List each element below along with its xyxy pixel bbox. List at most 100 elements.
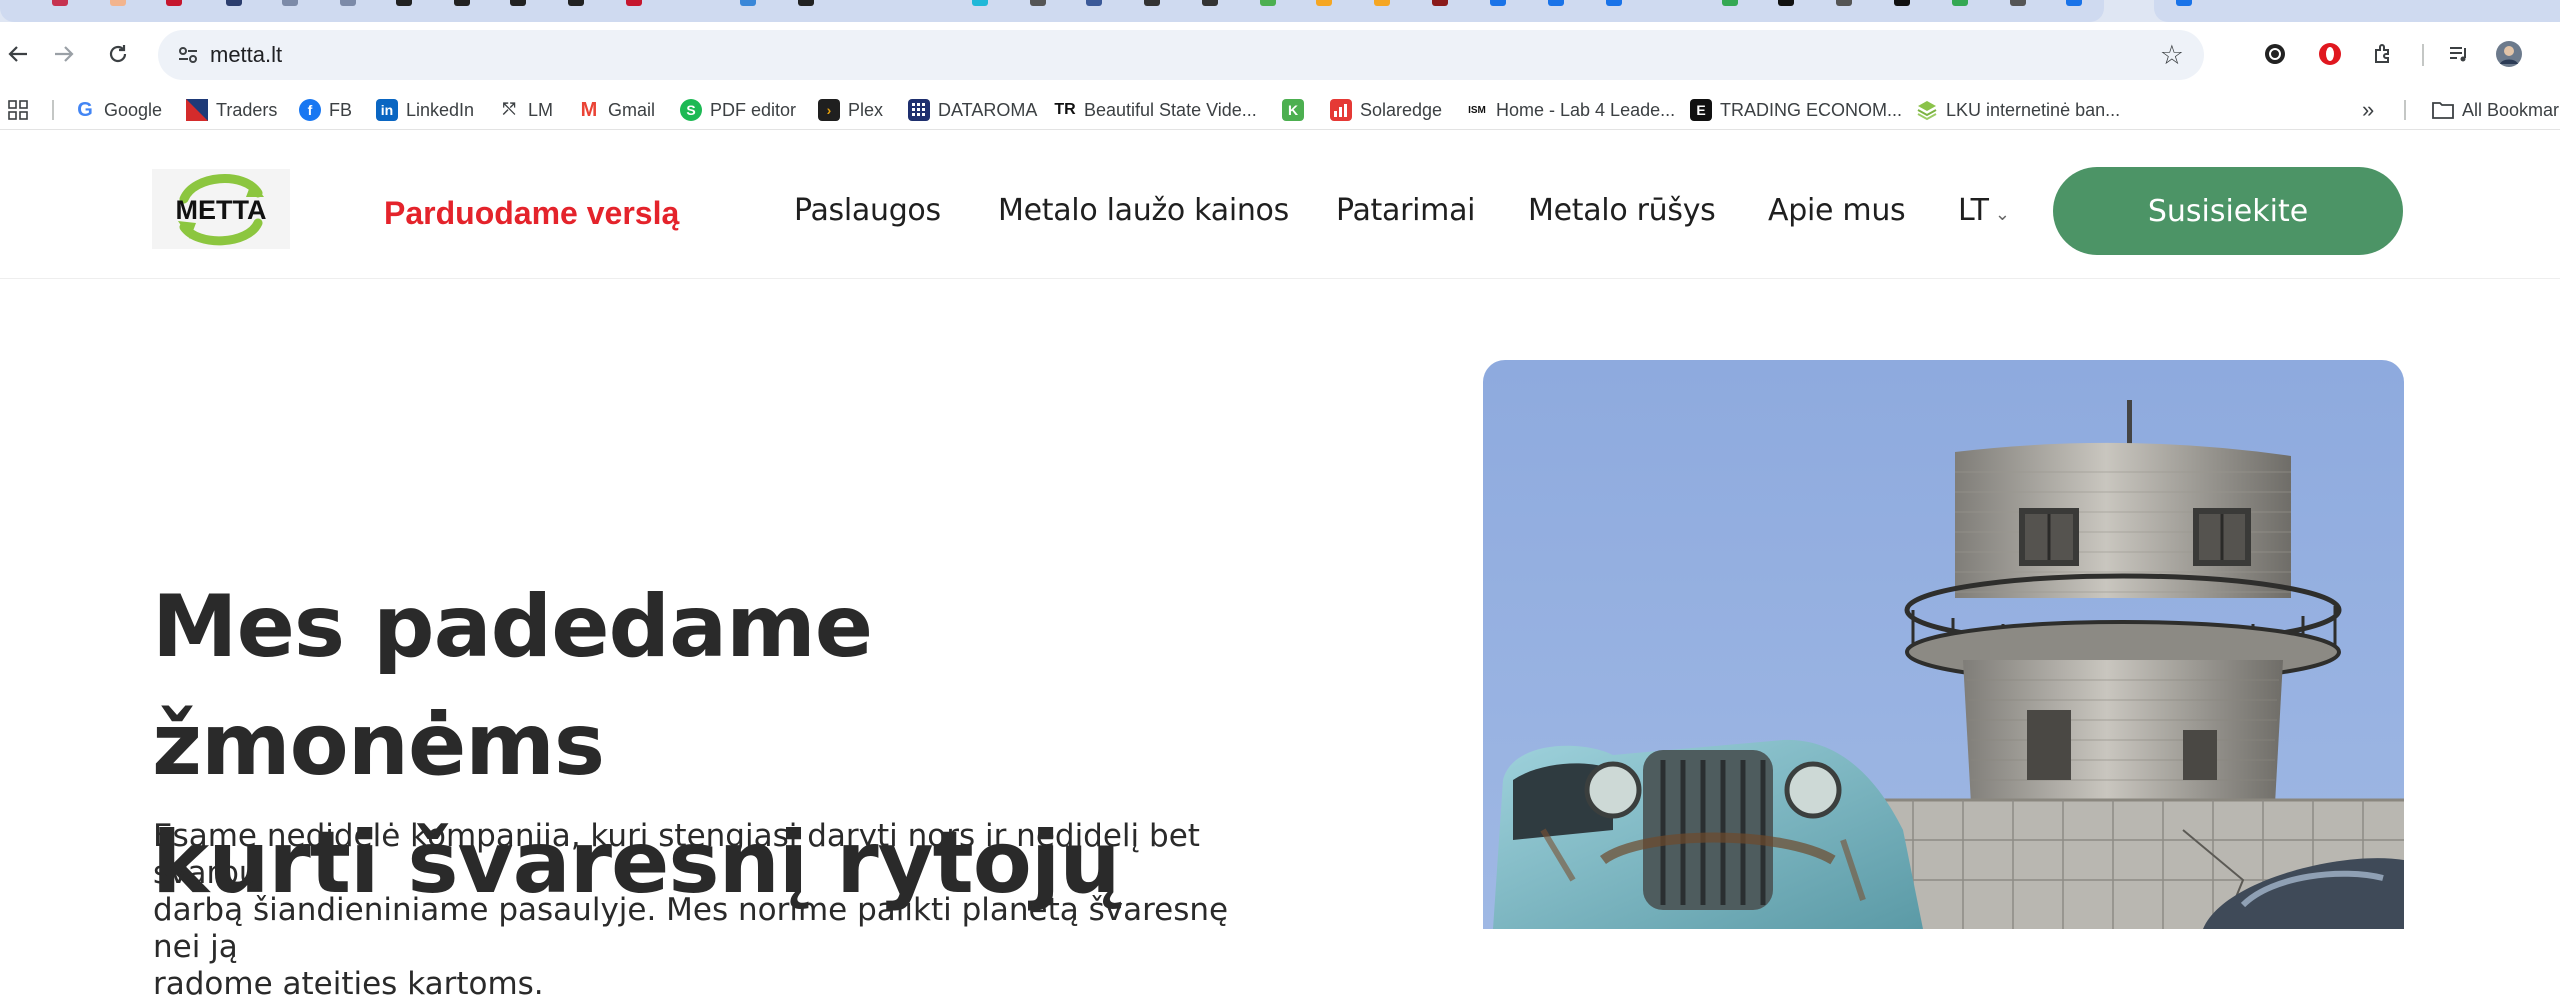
bookmark-lm[interactable]: ⤲ LM xyxy=(498,98,553,122)
bookmark-plex[interactable]: › Plex xyxy=(818,98,883,122)
bookmarks-divider xyxy=(2404,100,2406,120)
address-bar[interactable]: metta.lt ☆ xyxy=(158,30,2204,80)
tab-favicon[interactable] xyxy=(1836,0,1852,6)
scrapyard-photo xyxy=(1483,360,2404,929)
bookmark-solaredge[interactable]: Solaredge xyxy=(1330,98,1442,122)
nav-apie-mus[interactable]: Apie mus xyxy=(1768,193,1906,228)
tab-favicon[interactable] xyxy=(340,0,356,6)
tab-favicon[interactable] xyxy=(798,0,814,6)
bookmark-label: PDF editor xyxy=(710,99,797,120)
tab-favicon[interactable] xyxy=(1432,0,1448,6)
bookmark-lab4[interactable]: ISM Home - Lab 4 Leade... xyxy=(1466,98,1675,122)
nav-paslaugos[interactable]: Paslaugos xyxy=(794,193,941,228)
bookmark-google[interactable]: G Google xyxy=(74,98,162,122)
bookmark-label: Gmail xyxy=(608,99,656,120)
tab-favicon[interactable] xyxy=(1722,0,1738,6)
bookmark-label: LinkedIn xyxy=(406,99,475,120)
hero-image xyxy=(1483,360,2404,929)
extensions-button[interactable] xyxy=(2368,39,2398,69)
bookmark-linkedin[interactable]: in LinkedIn xyxy=(376,98,474,122)
tr-icon: TR xyxy=(1054,101,1076,118)
tab-favicon[interactable] xyxy=(282,0,298,6)
puzzle-icon xyxy=(2375,44,2389,63)
bookmark-lku[interactable]: LKU internetinė ban... xyxy=(1916,98,2120,122)
profile-avatar[interactable] xyxy=(2494,39,2524,69)
bookmark-beautiful-state[interactable]: TR Beautiful State Vide... xyxy=(1054,98,1257,122)
tab-favicon[interactable] xyxy=(226,0,242,6)
tab-favicon[interactable] xyxy=(1086,0,1102,6)
bookmark-traders[interactable]: Traders xyxy=(186,98,277,122)
browser-toolbar: metta.lt ☆ xyxy=(0,22,2560,90)
hero-description-line: darbą šiandieniniame pasaulyje. Mes nori… xyxy=(153,892,1229,965)
tab-favicon[interactable] xyxy=(1030,0,1046,6)
tab-favicon[interactable] xyxy=(1548,0,1564,6)
bookmarks-overflow-button[interactable]: » xyxy=(2362,97,2374,122)
linkedin-icon: in xyxy=(376,99,398,121)
tab-favicon[interactable] xyxy=(1202,0,1218,6)
lm-icon: ⤲ xyxy=(502,101,516,118)
pdf-editor-icon: S xyxy=(680,99,702,121)
bookmark-fb[interactable]: f FB xyxy=(299,98,352,122)
hero-description-line: radome ateities kartoms. xyxy=(153,966,544,1002)
bookmark-k[interactable]: K xyxy=(1282,98,1312,122)
apps-button[interactable] xyxy=(8,98,28,122)
nav-patarimai[interactable]: Patarimai xyxy=(1336,193,1475,228)
tab-favicon[interactable] xyxy=(396,0,412,6)
tab-favicon[interactable] xyxy=(1260,0,1276,6)
bookmarks-divider xyxy=(52,100,54,120)
bookmark-label: LM xyxy=(528,99,554,120)
nav-metalo-lauzo-kainos[interactable]: Metalo laužo kainos xyxy=(998,193,1289,228)
tab-favicon[interactable] xyxy=(1374,0,1390,6)
reload-button[interactable] xyxy=(100,36,136,72)
tab-favicon[interactable] xyxy=(166,0,182,6)
bookmark-pdf-editor[interactable]: S PDF editor xyxy=(680,98,796,122)
plex-icon: › xyxy=(818,99,840,121)
back-button[interactable] xyxy=(0,36,36,72)
tab-favicon[interactable] xyxy=(510,0,526,6)
sell-business-banner[interactable]: Parduodame verslą xyxy=(384,195,679,232)
bookmark-label: Beautiful State Vide... xyxy=(1084,99,1257,120)
tab-favicon[interactable] xyxy=(454,0,470,6)
all-bookmarks-button[interactable]: All Bookmar xyxy=(2432,98,2559,122)
metta-logo[interactable]: METTA xyxy=(152,169,290,249)
bookmark-gmail[interactable]: M Gmail xyxy=(578,98,655,122)
language-selector[interactable]: LT ⌄ xyxy=(1958,193,2010,228)
tab-favicon[interactable] xyxy=(2176,0,2192,6)
arrow-right-icon xyxy=(55,46,74,62)
playlist-icon xyxy=(2450,47,2466,62)
tab-favicon[interactable] xyxy=(1144,0,1160,6)
tab-group[interactable] xyxy=(2154,0,2560,22)
chatgpt-extension-icon[interactable] xyxy=(2260,39,2290,69)
tab-favicon[interactable] xyxy=(2010,0,2026,6)
ism-icon: ISM xyxy=(1468,104,1486,116)
tab-favicon[interactable] xyxy=(1952,0,1968,6)
tab-favicon[interactable] xyxy=(1778,0,1794,6)
bookmark-dataroma[interactable]: DATAROMA xyxy=(908,98,1037,122)
tab-group[interactable] xyxy=(0,0,2104,22)
bookmark-label: TRADING ECONOM... xyxy=(1720,99,1903,120)
site-info-icon[interactable] xyxy=(176,43,200,67)
opera-extension-icon[interactable] xyxy=(2315,39,2345,69)
tab-favicon[interactable] xyxy=(626,0,642,6)
nav-metalo-rusys[interactable]: Metalo rūšys xyxy=(1528,193,1716,228)
bookmark-trading-economics[interactable]: E TRADING ECONOM... xyxy=(1690,98,1902,122)
openai-icon xyxy=(2265,44,2285,64)
tab-favicon[interactable] xyxy=(1490,0,1506,6)
tab-favicon[interactable] xyxy=(1316,0,1332,6)
url-text[interactable]: metta.lt xyxy=(210,42,282,68)
tab-favicon[interactable] xyxy=(52,0,68,6)
media-control-button[interactable] xyxy=(2444,39,2474,69)
contact-button[interactable]: Susisiekite xyxy=(2053,167,2403,255)
tab-favicon[interactable] xyxy=(740,0,756,6)
traders-icon xyxy=(186,99,208,121)
bookmark-star-icon[interactable]: ☆ xyxy=(2160,40,2184,71)
tab-favicon[interactable] xyxy=(110,0,126,6)
tab-favicon[interactable] xyxy=(1606,0,1622,6)
tab-favicon[interactable] xyxy=(1894,0,1910,6)
k-icon: K xyxy=(1282,99,1304,121)
tab-favicon[interactable] xyxy=(2066,0,2082,6)
forward-button[interactable] xyxy=(46,36,82,72)
gmail-icon: M xyxy=(580,98,598,121)
tab-favicon[interactable] xyxy=(972,0,988,6)
tab-favicon[interactable] xyxy=(568,0,584,6)
